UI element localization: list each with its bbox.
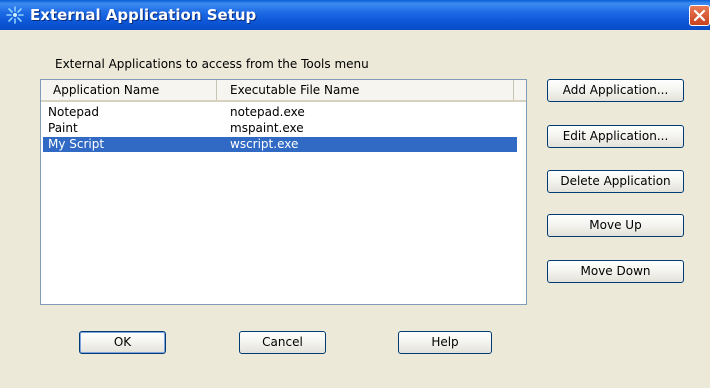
delete-application-button[interactable]: Delete Application [547,170,684,193]
sparkle-app-icon [6,6,24,24]
executable-cell: notepad.exe [230,105,305,119]
list-row-paint[interactable]: Paint mspaint.exe [43,121,517,136]
title-bar[interactable]: External Application Setup [0,0,710,30]
applications-listview[interactable]: Application Name Executable File Name No… [40,79,527,305]
cancel-button[interactable]: Cancel [239,331,326,354]
edit-application-button[interactable]: Edit Application... [547,125,684,148]
application-name-cell: Notepad [48,105,99,119]
list-row-notepad[interactable]: Notepad notepad.exe [43,105,517,120]
window-title: External Application Setup [30,6,257,24]
move-down-button[interactable]: Move Down [547,260,684,283]
application-name-cell: My Script [48,137,105,151]
column-header-executable-file-name[interactable]: Executable File Name [217,80,514,100]
list-header: Application Name Executable File Name [41,80,526,102]
list-label: External Applications to access from the… [55,57,369,71]
close-button[interactable] [689,5,710,26]
executable-cell: mspaint.exe [230,121,304,135]
move-up-button[interactable]: Move Up [547,214,684,237]
ok-button[interactable]: OK [79,331,166,354]
add-application-button[interactable]: Add Application... [547,79,684,102]
executable-cell: wscript.exe [230,137,299,151]
help-button[interactable]: Help [398,331,492,354]
application-name-cell: Paint [48,121,78,135]
dialog-window: External Application Setup External Appl… [0,0,710,388]
list-row-my-script[interactable]: My Script wscript.exe [43,137,517,152]
column-header-application-name[interactable]: Application Name [41,80,217,100]
